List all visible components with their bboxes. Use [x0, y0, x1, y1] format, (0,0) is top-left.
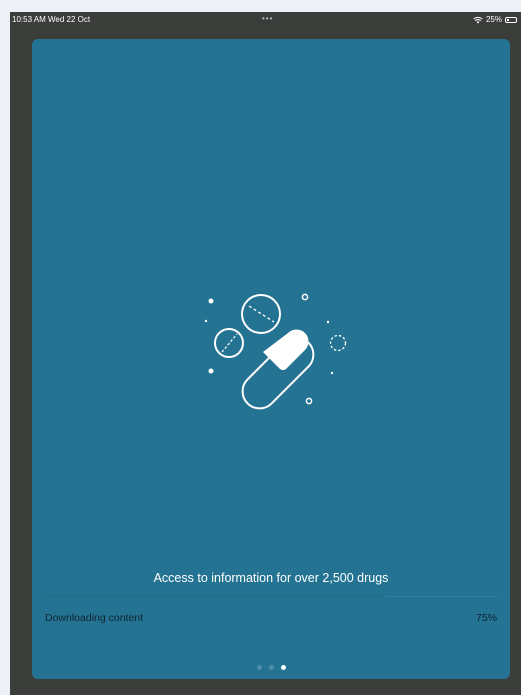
battery-percent: 25% [485, 15, 502, 24]
status-bar: 10:53 AM Wed 22 Oct ••• 25% [10, 12, 521, 28]
battery-icon [505, 17, 517, 23]
device-frame: 10:53 AM Wed 22 Oct ••• 25% Access to in… [10, 12, 521, 695]
download-status-label: Downloading content [45, 612, 144, 624]
download-progress-fill [44, 596, 385, 597]
multitasking-dots[interactable]: ••• [262, 11, 273, 27]
battery-level [507, 19, 509, 21]
onboarding-card: Access to information for over 2,500 dru… [32, 39, 510, 679]
page-indicator[interactable] [32, 665, 510, 670]
page-dot[interactable] [268, 665, 274, 670]
download-percent: 75% [475, 612, 497, 624]
page-dot[interactable] [280, 665, 286, 670]
pills-icon [204, 293, 347, 410]
download-progress-bar [44, 596, 498, 597]
wifi-icon [473, 16, 483, 24]
status-time: 10:53 AM Wed 22 Oct [12, 15, 91, 24]
status-indicators: 25% [473, 12, 517, 28]
onboarding-tagline: Access to information for over 2,500 dru… [153, 571, 389, 585]
page-dot[interactable] [256, 665, 262, 670]
